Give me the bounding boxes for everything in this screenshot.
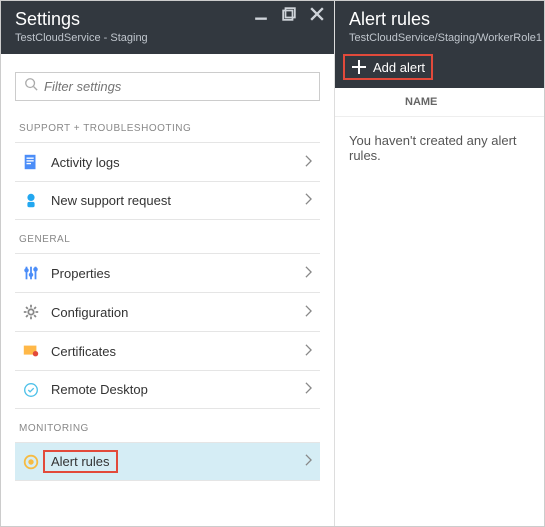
alert-toolbar: Add alert — [335, 50, 544, 88]
alert-title: Alert rules — [349, 9, 530, 30]
settings-item-configuration[interactable]: Configuration — [15, 292, 320, 331]
activity-log-icon — [21, 152, 41, 172]
filter-input-field[interactable] — [44, 79, 311, 94]
settings-item-remote-desktop[interactable]: Remote Desktop — [15, 370, 320, 409]
add-alert-button[interactable]: Add alert — [343, 54, 433, 80]
item-label: Alert rules — [51, 454, 110, 469]
chevron-right-icon — [305, 193, 312, 208]
chevron-right-icon — [305, 266, 312, 281]
group-monitoring: MONITORING — [19, 423, 316, 434]
gear-icon — [21, 302, 41, 322]
chevron-right-icon — [305, 305, 312, 320]
alert-subtitle: TestCloudService/Staging/WorkerRole1 — [349, 32, 530, 44]
restore-icon[interactable] — [282, 7, 296, 23]
add-alert-label: Add alert — [373, 60, 425, 75]
alert-rules-panel: Alert rules TestCloudService/Staging/Wor… — [335, 1, 544, 526]
chevron-right-icon — [305, 454, 312, 469]
item-label: Configuration — [51, 305, 305, 320]
settings-item-support-request[interactable]: New support request — [15, 181, 320, 220]
alert-body: NAME You haven't created any alert rules… — [335, 88, 544, 179]
settings-subtitle: TestCloudService - Staging — [15, 32, 320, 44]
filter-settings-input[interactable] — [15, 72, 320, 101]
group-support: SUPPORT + TROUBLESHOOTING — [19, 123, 316, 134]
properties-icon — [21, 263, 41, 283]
search-icon — [24, 77, 44, 96]
chevron-right-icon — [305, 344, 312, 359]
settings-header: Settings TestCloudService - Staging — [1, 1, 334, 54]
settings-panel: Settings TestCloudService - Staging SUPP… — [1, 1, 335, 526]
empty-state-message: You haven't created any alert rules. — [335, 117, 544, 179]
close-icon[interactable] — [310, 7, 324, 23]
item-label: Activity logs — [51, 155, 305, 170]
item-label: Properties — [51, 266, 305, 281]
settings-item-activity-logs[interactable]: Activity logs — [15, 142, 320, 181]
settings-item-certificates[interactable]: Certificates — [15, 331, 320, 370]
item-label: Certificates — [51, 344, 305, 359]
certificate-icon — [21, 341, 41, 361]
item-label: Remote Desktop — [51, 382, 305, 397]
support-icon — [21, 191, 41, 211]
item-label: New support request — [51, 193, 305, 208]
alert-header: Alert rules TestCloudService/Staging/Wor… — [335, 1, 544, 50]
chevron-right-icon — [305, 155, 312, 170]
plus-icon — [351, 59, 367, 75]
remote-desktop-icon — [21, 380, 41, 400]
minimize-icon[interactable] — [254, 7, 268, 23]
group-general: GENERAL — [19, 234, 316, 245]
settings-body: SUPPORT + TROUBLESHOOTING Activity logs … — [1, 54, 334, 526]
column-header-name: NAME — [335, 88, 544, 117]
settings-item-properties[interactable]: Properties — [15, 253, 320, 292]
settings-item-alert-rules[interactable]: Alert rules — [15, 442, 320, 481]
window-controls — [254, 7, 324, 23]
alert-rules-icon — [21, 452, 41, 472]
chevron-right-icon — [305, 382, 312, 397]
